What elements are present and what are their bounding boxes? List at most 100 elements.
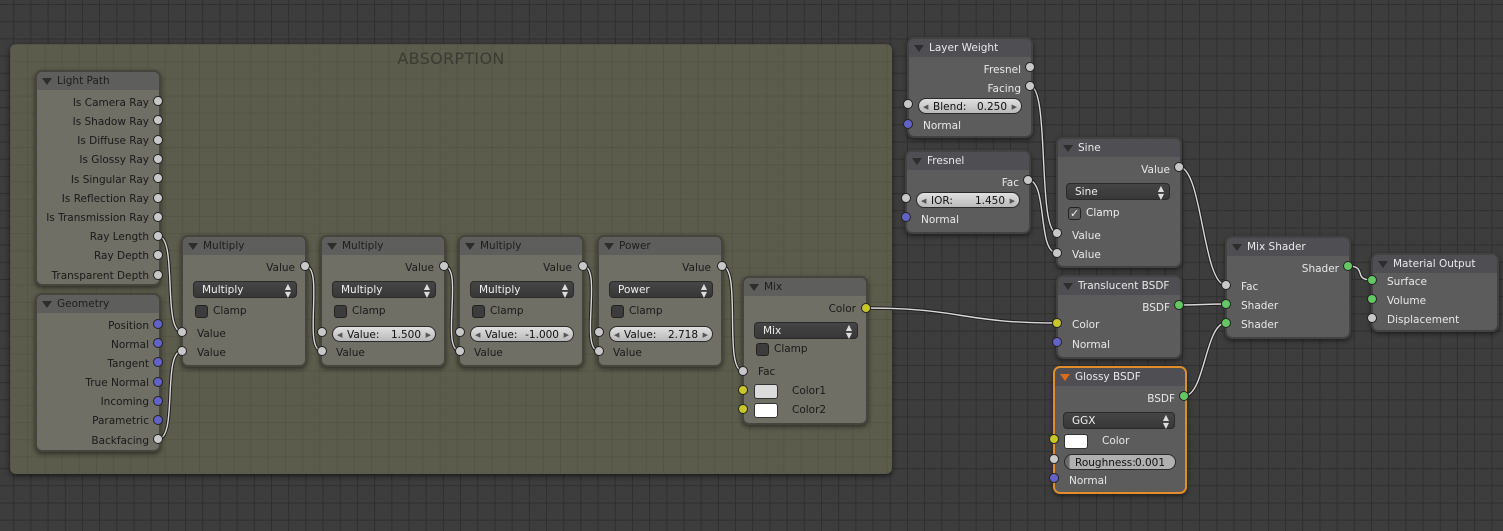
translucent-bsdf-node[interactable]: Translucent BSDF BSDF Color Normal [1056,275,1182,359]
light-path-output-socket[interactable] [153,173,163,183]
input-socket[interactable] [177,346,187,356]
node-header[interactable]: Multiply [183,237,305,255]
node-header[interactable]: Multiply [322,237,444,255]
value-field[interactable]: ◀ Value: 1.500 ▶ [332,326,436,342]
light-path-output-socket[interactable] [153,135,163,145]
geometry-output-socket[interactable] [153,415,163,425]
color2-swatch[interactable] [754,403,778,418]
output-socket[interactable] [439,261,449,271]
output-socket[interactable] [1179,391,1189,401]
mix-node[interactable]: Mix Color Mix ▲ ▼ Clamp Fac Color1 Color2 [742,276,868,425]
checkbox-box[interactable] [195,305,208,318]
multiply-node-1[interactable]: Multiply Value Multiply ▲ ▼ Clamp Value Va… [181,235,307,367]
input-socket[interactable] [177,327,187,337]
checkbox-box[interactable] [472,305,485,318]
input-socket[interactable] [738,404,748,414]
increment-arrow-icon[interactable]: ▶ [564,327,569,343]
fresnel-node[interactable]: Fresnel Fac ◀ IOR: 1.450 ▶ Normal [905,150,1031,234]
light-path-output-socket[interactable] [153,154,163,164]
input-socket[interactable] [1052,318,1062,328]
output-socket[interactable] [717,261,727,271]
geometry-node[interactable]: Geometry Position Normal Tangent True No… [35,293,161,452]
node-header[interactable]: Sine [1058,139,1180,157]
input-socket[interactable] [1221,299,1231,309]
ior-field[interactable]: ◀ IOR: 1.450 ▶ [916,192,1020,208]
clamp-checkbox[interactable]: Clamp [1066,205,1120,222]
node-header[interactable]: Layer Weight [909,39,1031,57]
node-header[interactable]: Fresnel [907,152,1029,170]
geometry-output-socket[interactable] [153,357,163,367]
operation-dropdown[interactable]: Multiply ▲ ▼ [470,281,574,299]
light-path-node[interactable]: Light Path Is Camera Ray Is Shadow Ray I… [35,70,161,286]
collapse-icon[interactable] [327,243,337,250]
decrement-arrow-icon[interactable]: ◀ [337,327,342,343]
node-header[interactable]: Translucent BSDF [1058,277,1180,295]
clamp-checkbox[interactable]: Clamp [470,303,524,320]
clamp-checkbox[interactable]: Clamp [609,303,663,320]
light-path-output-socket[interactable] [153,212,163,222]
input-socket[interactable] [1052,228,1062,238]
node-header[interactable]: Glossy BSDF [1055,368,1185,386]
input-socket[interactable] [1221,280,1231,290]
operation-dropdown[interactable]: Power ▲ ▼ [609,281,713,299]
output-socket[interactable] [300,261,310,271]
input-socket[interactable] [594,346,604,356]
collapse-icon[interactable] [1063,145,1073,152]
blend-field[interactable]: ◀ Blend: 0.250 ▶ [918,98,1022,114]
material-output-node[interactable]: Material Output Surface Volume Displacem… [1371,253,1499,332]
collapse-icon[interactable] [188,243,198,250]
input-socket[interactable] [1052,248,1062,258]
geometry-output-socket[interactable] [153,434,163,444]
input-socket[interactable] [1049,473,1059,483]
checkbox-box[interactable] [1068,205,1081,222]
node-header[interactable]: Light Path [37,72,159,90]
decrement-arrow-icon[interactable]: ◀ [923,99,928,115]
node-header[interactable]: Material Output [1373,255,1497,273]
input-socket[interactable] [317,346,327,356]
output-socket[interactable] [1343,261,1353,271]
collapse-icon[interactable] [1378,261,1388,268]
color1-swatch[interactable] [754,384,778,399]
collapse-icon[interactable] [465,243,475,250]
input-socket[interactable] [455,327,465,337]
input-socket[interactable] [1367,294,1377,304]
increment-arrow-icon[interactable]: ▶ [1010,193,1015,209]
collapse-icon[interactable] [42,78,52,85]
collapse-icon[interactable] [42,301,52,308]
multiply-node-2[interactable]: Multiply Value Multiply ▲ ▼ Clamp ◀ Value: 1… [320,235,446,367]
collapse-icon[interactable] [914,45,924,52]
layer-weight-node[interactable]: Layer Weight Fresnel Facing ◀ Blend: 0.250… [907,37,1033,138]
glossy-bsdf-node[interactable]: Glossy BSDF BSDF GGX ▲ ▼ Color Roughness: 0… [1053,366,1187,494]
clamp-checkbox[interactable]: Clamp [332,303,386,320]
output-socket[interactable] [1174,162,1184,172]
input-socket[interactable] [1367,275,1377,285]
input-socket[interactable] [903,119,913,129]
collapse-icon[interactable] [1232,244,1242,251]
value-field[interactable]: ◀ Value: -1.000 ▶ [470,326,574,342]
output-socket[interactable] [1025,81,1035,91]
node-header[interactable]: Power [599,237,721,255]
clamp-checkbox[interactable]: Clamp [193,303,247,320]
sine-node[interactable]: Sine Value Sine ▲▼ Clamp Value Value [1056,137,1182,268]
decrement-arrow-icon[interactable]: ◀ [475,327,480,343]
distribution-dropdown[interactable]: GGX ▲ ▼ [1063,412,1175,430]
blend-type-dropdown[interactable]: Mix ▲ ▼ [754,322,858,340]
light-path-output-socket[interactable] [153,96,163,106]
input-socket[interactable] [1052,337,1062,347]
input-socket[interactable] [738,385,748,395]
input-socket[interactable] [1049,434,1059,444]
light-path-output-socket[interactable] [153,231,163,241]
input-socket[interactable] [738,366,748,376]
geometry-output-socket[interactable] [153,377,163,387]
collapse-icon[interactable] [749,284,759,291]
operation-dropdown[interactable]: Multiply ▲ ▼ [332,281,436,299]
output-socket[interactable] [1174,300,1184,310]
input-socket[interactable] [1049,454,1059,464]
light-path-output-socket[interactable] [153,270,163,280]
node-header[interactable]: Mix Shader [1227,238,1349,256]
color-swatch[interactable] [1064,434,1088,449]
value-field[interactable]: ◀ Value: 2.718 ▶ [609,326,713,342]
node-header[interactable]: Multiply [460,237,582,255]
increment-arrow-icon[interactable]: ▶ [1012,99,1017,115]
operation-dropdown[interactable]: Sine ▲ ▼ [1066,183,1170,201]
